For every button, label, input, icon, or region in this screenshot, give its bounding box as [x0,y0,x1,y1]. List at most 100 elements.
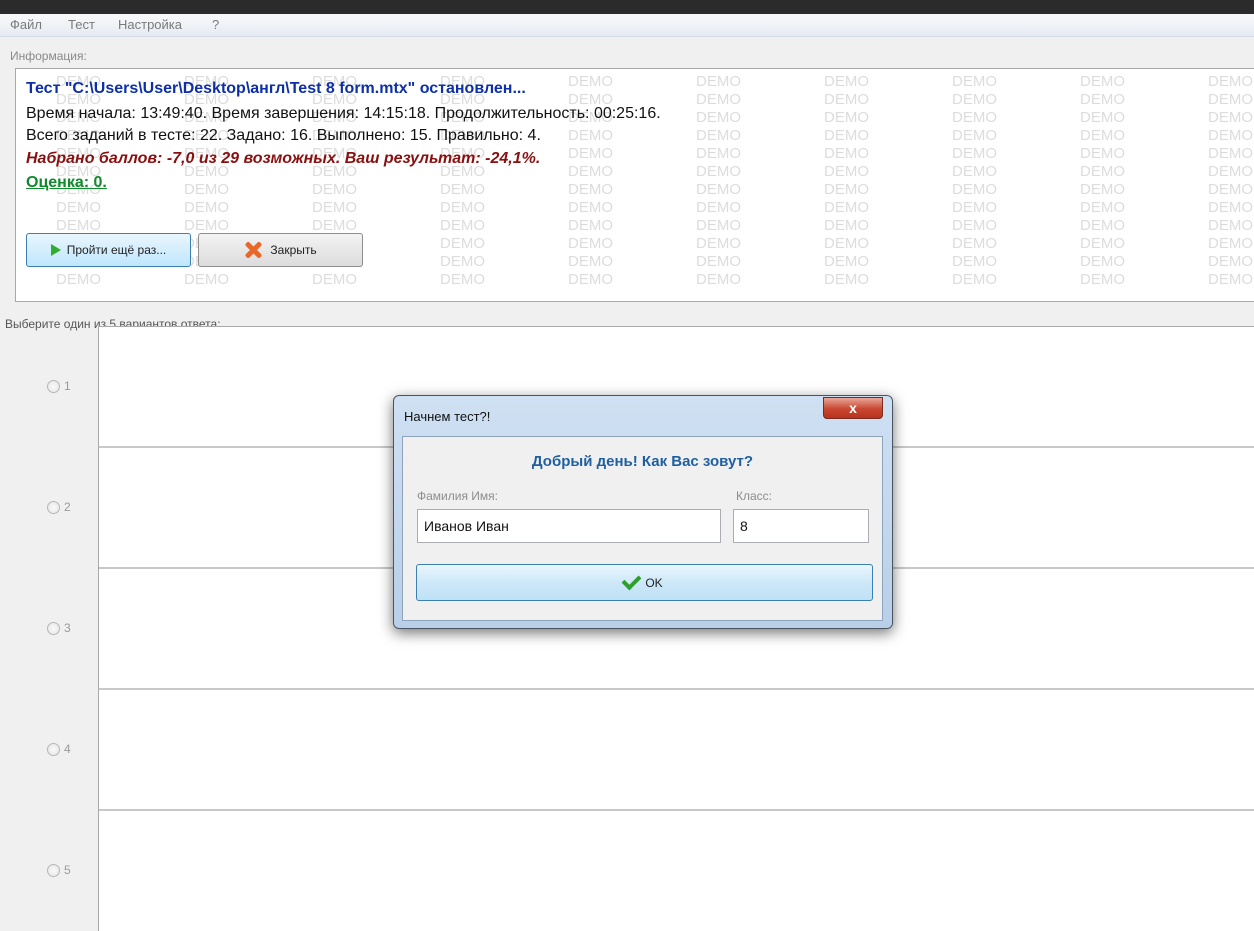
menu-settings[interactable]: Настройка [118,17,182,32]
close-x-icon: x [849,400,857,416]
demo-watermark: DEMO [824,109,869,126]
demo-watermark: DEMO [568,181,613,198]
demo-watermark: DEMO [824,199,869,216]
checkmark-icon [621,570,642,590]
demo-watermark: DEMO [1080,163,1125,180]
demo-watermark: DEMO [1080,217,1125,234]
answer-radio-1[interactable]: 1 [47,379,71,393]
demo-watermark: DEMO [824,235,869,252]
demo-watermark: DEMO [312,181,357,198]
demo-watermark: DEMO [696,217,741,234]
demo-watermark: DEMO [440,217,485,234]
dialog-title: Начнем тест?! [404,409,491,424]
demo-watermark: DEMO [56,199,101,216]
demo-watermark: DEMO [568,253,613,270]
demo-watermark: DEMO [1208,271,1253,288]
demo-watermark: DEMO [184,199,229,216]
demo-watermark: DEMO [952,199,997,216]
name-input[interactable] [417,509,721,543]
ok-button[interactable]: OK [416,564,873,601]
dialog-close-button[interactable]: x [823,397,883,419]
demo-watermark: DEMO [568,145,613,162]
demo-watermark: DEMO [824,91,869,108]
demo-watermark: DEMO [1208,109,1253,126]
close-icon [244,241,262,259]
demo-watermark: DEMO [1080,253,1125,270]
demo-watermark: DEMO [1080,199,1125,216]
menu-help[interactable]: ? [212,17,219,32]
menu-test[interactable]: Тест [68,17,95,32]
demo-watermark: DEMO [824,217,869,234]
demo-watermark: DEMO [1208,181,1253,198]
radio-button[interactable] [47,742,60,756]
demo-watermark: DEMO [568,73,613,90]
demo-watermark: DEMO [696,199,741,216]
demo-watermark: DEMO [568,235,613,252]
radio-button[interactable] [47,863,60,877]
demo-watermark: DEMO [696,109,741,126]
radio-button[interactable] [47,500,60,514]
demo-watermark: DEMO [440,235,485,252]
demo-watermark: DEMO [1080,91,1125,108]
answer-number: 1 [64,379,71,393]
demo-watermark: DEMO [1208,73,1253,90]
demo-watermark: DEMO [568,199,613,216]
demo-watermark: DEMO [952,181,997,198]
demo-watermark: DEMO [56,217,101,234]
demo-watermark: DEMO [568,163,613,180]
demo-watermark: DEMO [952,217,997,234]
answer-radio-5[interactable]: 5 [47,863,71,877]
test-task-counts: Всего заданий в тесте: 22. Задано: 16. В… [26,127,541,144]
answer-radio-3[interactable]: 3 [47,621,71,635]
demo-watermark: DEMO [696,271,741,288]
answer-radio-4[interactable]: 4 [47,742,71,756]
demo-watermark: DEMO [440,253,485,270]
demo-watermark: DEMO [440,271,485,288]
demo-watermark: DEMO [184,217,229,234]
demo-watermark: DEMO [952,109,997,126]
demo-watermark: DEMO [312,271,357,288]
answer-radio-2[interactable]: 2 [47,500,71,514]
demo-watermark: DEMO [696,181,741,198]
demo-watermark: DEMO [952,235,997,252]
menu-bar: Файл Тест Настройка ? [0,14,1254,37]
answer-row-5[interactable] [99,811,1254,931]
demo-watermark: DEMO [1080,235,1125,252]
answer-number: 2 [64,500,71,514]
dialog-body: Добрый день! Как Вас зовут? Фамилия Имя:… [402,436,883,621]
demo-watermark: DEMO [1208,127,1253,144]
demo-watermark: DEMO [824,73,869,90]
class-input[interactable] [733,509,869,543]
demo-watermark: DEMO [1208,145,1253,162]
demo-watermark: DEMO [1208,235,1253,252]
demo-watermark: DEMO [1208,163,1253,180]
demo-watermark: DEMO [952,145,997,162]
demo-watermark: DEMO [1080,127,1125,144]
info-panel: DEMO DEMO DEMO DEMO DEMO DEMO DEMO DEMO DEMO DEMO… [15,68,1254,302]
demo-watermark: DEMO [952,73,997,90]
demo-watermark: DEMO [56,271,101,288]
demo-watermark: DEMO [952,163,997,180]
name-label: Фамилия Имя: [417,489,498,503]
answer-row-4[interactable] [99,690,1254,811]
demo-watermark: DEMO [696,127,741,144]
demo-watermark: DEMO [1208,253,1253,270]
demo-watermark: DEMO [568,217,613,234]
demo-watermark: DEMO [824,271,869,288]
radio-button[interactable] [47,379,60,393]
demo-watermark: DEMO [952,91,997,108]
demo-watermark: DEMO [568,127,613,144]
radio-button[interactable] [47,621,60,635]
demo-watermark: DEMO [312,217,357,234]
demo-watermark: DEMO [440,199,485,216]
close-button[interactable]: Закрыть [198,233,363,267]
retry-button[interactable]: Пройти ещё раз... [26,233,191,267]
demo-watermark: DEMO [824,145,869,162]
test-grade[interactable]: Оценка: 0. [26,174,107,192]
demo-watermark: DEMO [696,73,741,90]
menu-file[interactable]: Файл [10,17,42,32]
demo-watermark: DEMO [440,181,485,198]
answer-number: 3 [64,621,71,635]
demo-watermark: DEMO [824,253,869,270]
retry-button-label: Пройти ещё раз... [66,243,167,257]
